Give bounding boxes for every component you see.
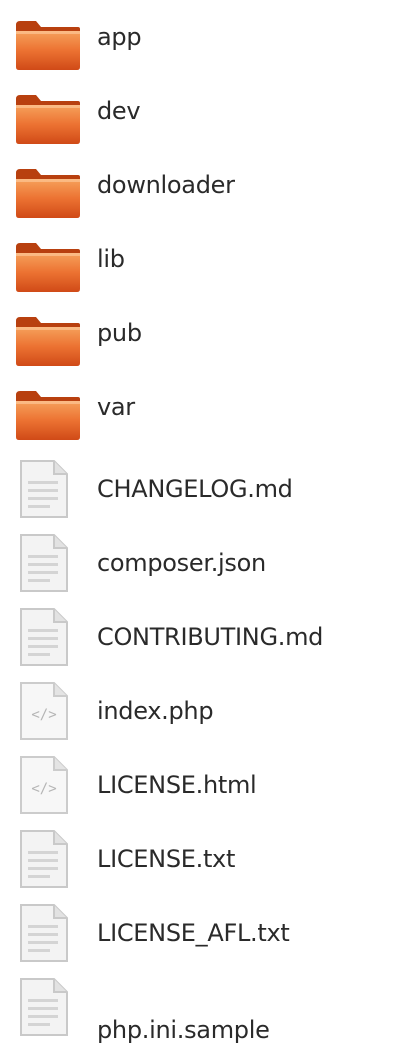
file-name: app (97, 23, 142, 51)
file-name: downloader (97, 171, 235, 199)
folder-icon (14, 241, 82, 297)
list-item-index-php[interactable]: </> index.php (0, 675, 397, 749)
list-item-contributing[interactable]: CONTRIBUTING.md (0, 601, 397, 675)
list-item-composer-json[interactable]: composer.json (0, 527, 397, 601)
file-name: LICENSE.html (97, 771, 257, 799)
file-name: LICENSE_AFL.txt (97, 919, 290, 947)
code-file-icon: </> (18, 755, 86, 814)
file-name: pub (97, 319, 142, 347)
list-item-var[interactable]: var (0, 379, 397, 453)
file-name: composer.json (97, 549, 266, 577)
file-name: CONTRIBUTING.md (97, 623, 324, 651)
folder-icon (14, 19, 82, 75)
list-item-pub[interactable]: pub (0, 305, 397, 379)
text-file-icon (18, 533, 86, 592)
file-name: var (97, 393, 135, 421)
list-item-downloader[interactable]: downloader (0, 157, 397, 231)
file-name: dev (97, 97, 141, 125)
list-item-lib[interactable]: lib (0, 231, 397, 305)
list-item-changelog[interactable]: CHANGELOG.md (0, 453, 397, 527)
svg-text:</>: </> (31, 781, 56, 797)
file-name: php.ini.sample (97, 1016, 270, 1044)
folder-icon (14, 167, 82, 223)
text-file-icon (18, 903, 86, 962)
text-file-icon (18, 829, 86, 888)
file-list: app dev downloader lib pub var CHANGELOG… (0, 0, 397, 1057)
list-item-dev[interactable]: dev (0, 83, 397, 157)
list-item-license-txt[interactable]: LICENSE.txt (0, 823, 397, 897)
text-file-icon (18, 977, 86, 1036)
list-item-license-afl[interactable]: LICENSE_AFL.txt (0, 897, 397, 971)
text-file-icon (18, 459, 86, 518)
folder-icon (14, 315, 82, 371)
folder-icon (14, 389, 82, 445)
list-item-php-ini-sample[interactable]: php.ini.sample (0, 971, 397, 1045)
svg-text:</>: </> (31, 707, 56, 723)
file-name: lib (97, 245, 125, 273)
file-name: CHANGELOG.md (97, 475, 293, 503)
code-file-icon: </> (18, 681, 86, 740)
file-name: LICENSE.txt (97, 845, 236, 873)
file-name: index.php (97, 697, 214, 725)
list-item-app[interactable]: app (0, 9, 397, 83)
list-item-license-html[interactable]: </> LICENSE.html (0, 749, 397, 823)
folder-icon (14, 93, 82, 149)
text-file-icon (18, 607, 86, 666)
